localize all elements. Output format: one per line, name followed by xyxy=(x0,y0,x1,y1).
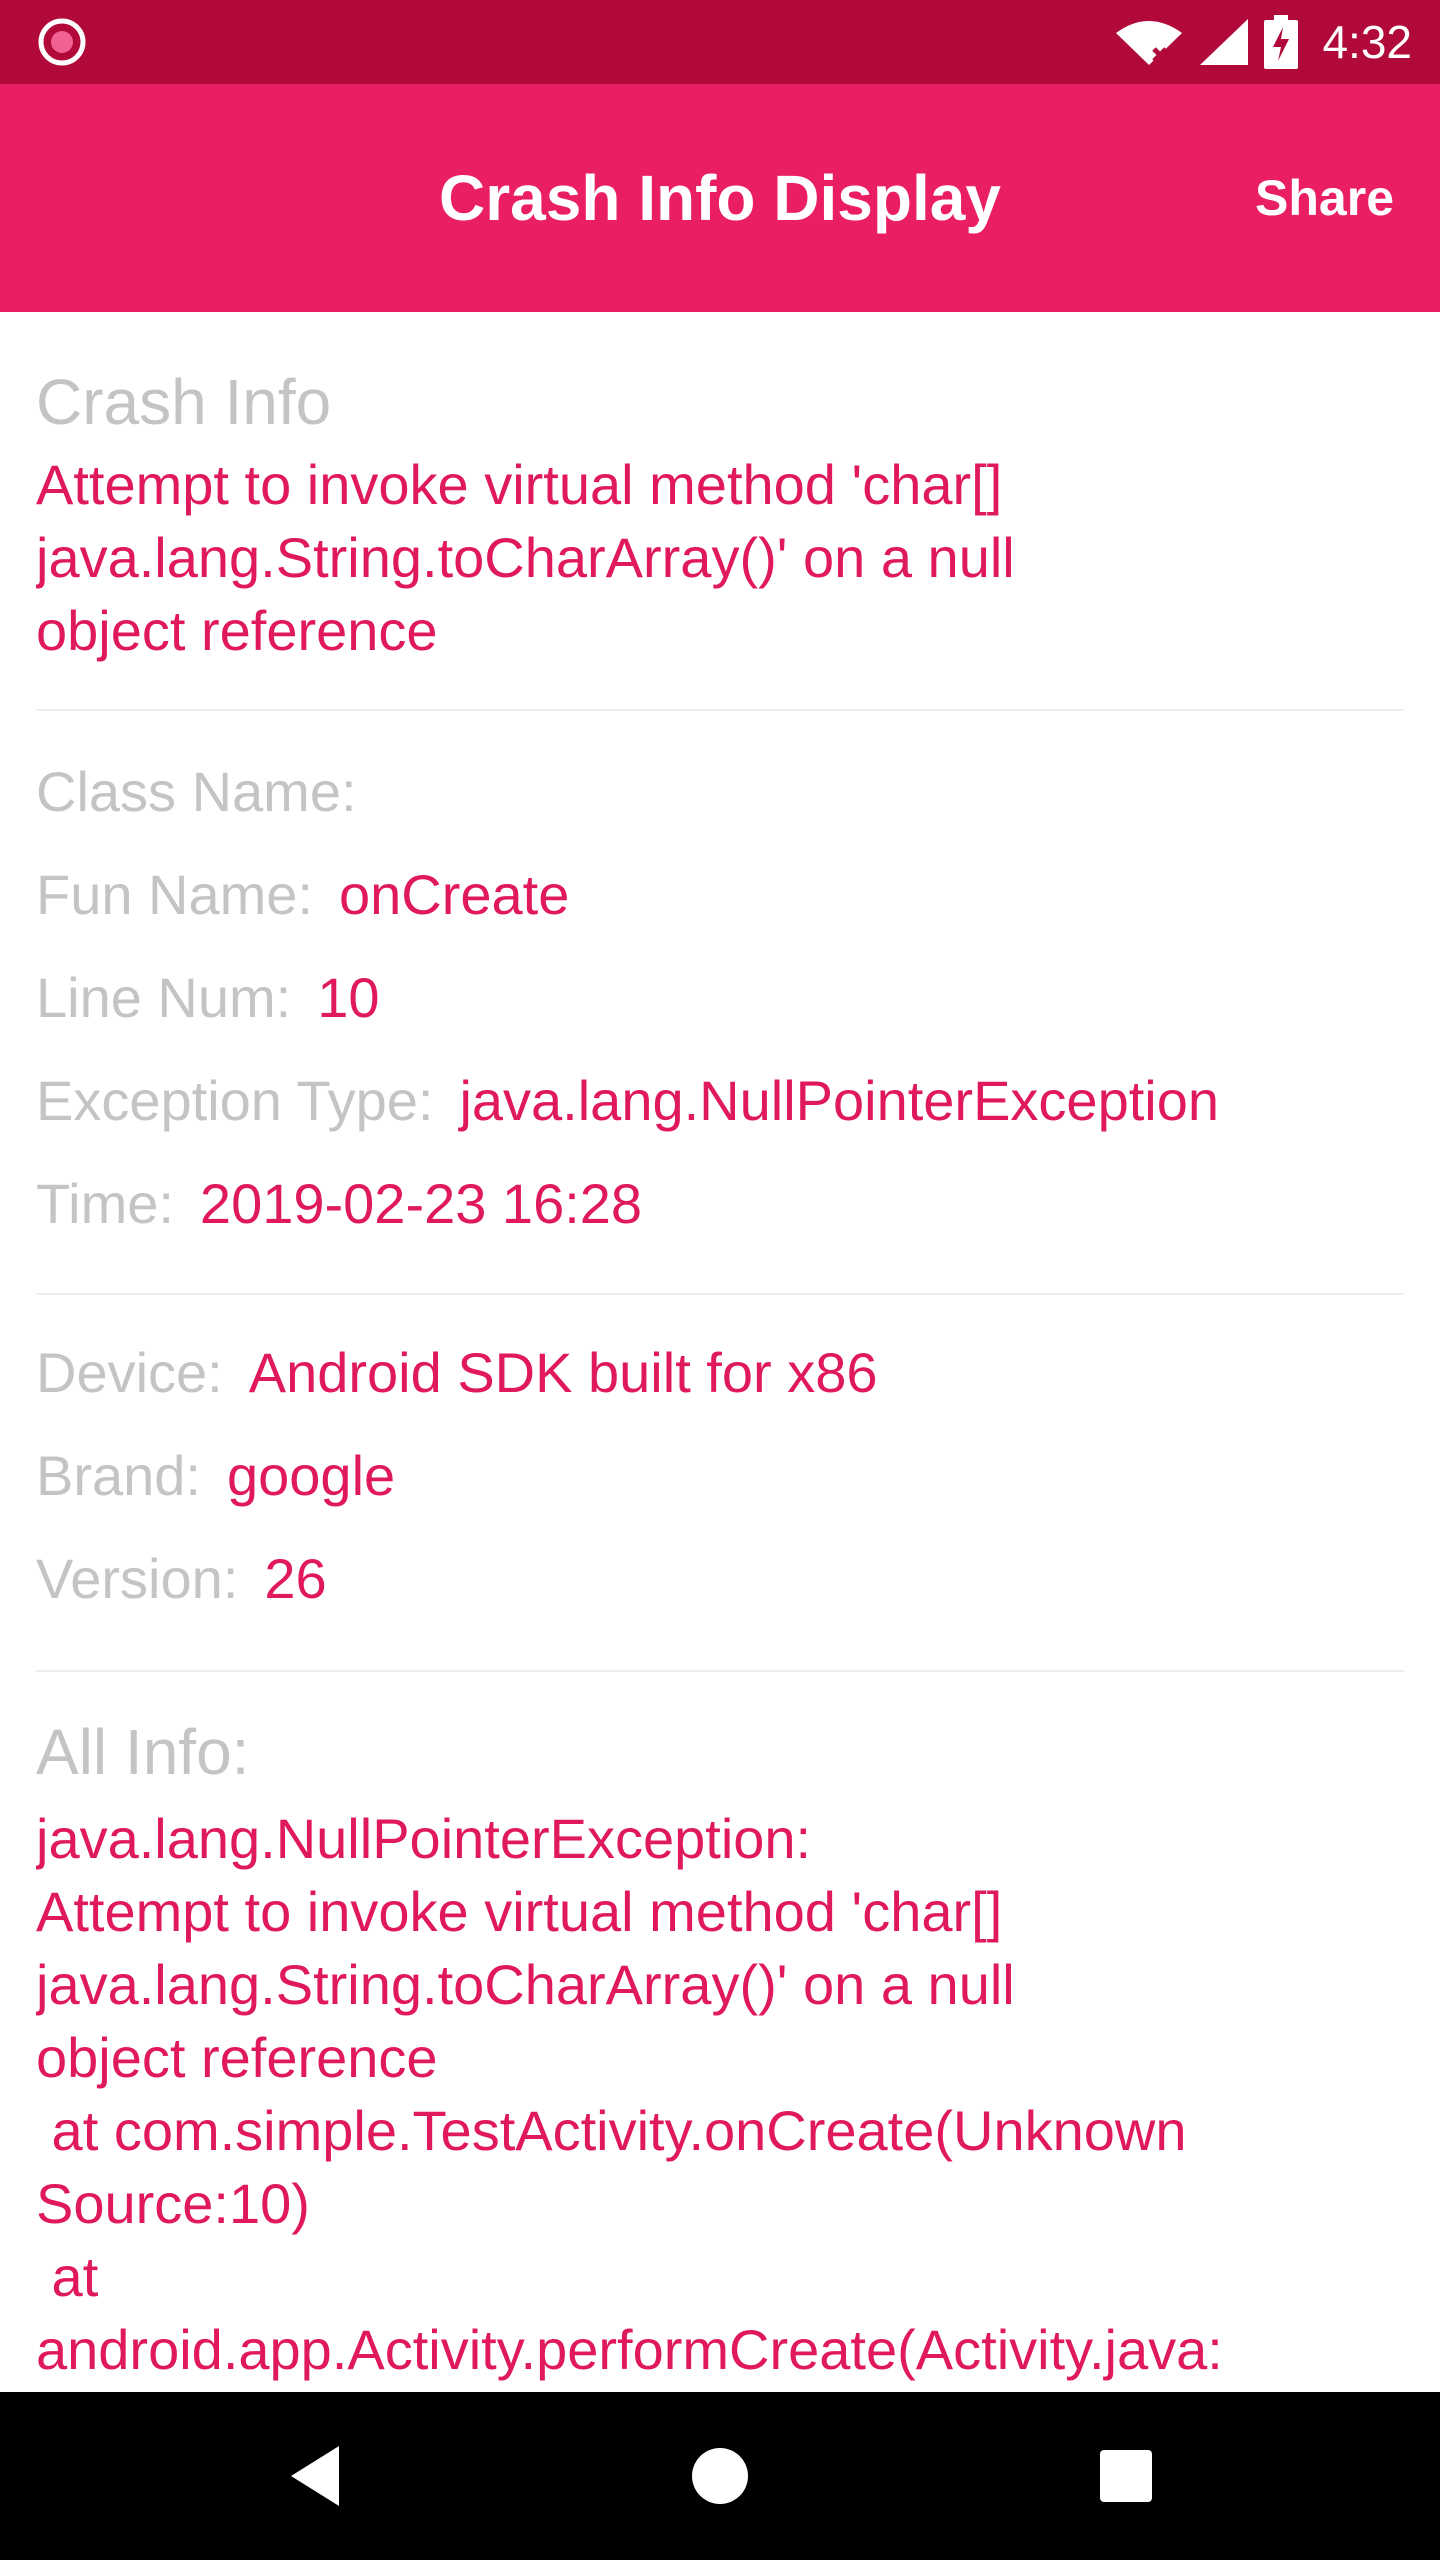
brand-row: Brand: google xyxy=(36,1424,1404,1527)
fun-name-value: onCreate xyxy=(339,863,570,926)
version-row: Version: 26 xyxy=(36,1527,1404,1630)
navigation-bar xyxy=(0,2392,1440,2560)
back-icon xyxy=(291,2446,339,2506)
status-time: 4:32 xyxy=(1322,16,1412,68)
back-button[interactable] xyxy=(265,2426,365,2526)
crash-message-line: java.lang.String.toCharArray()' on a nul… xyxy=(36,526,1015,589)
stack-trace-line: Attempt to invoke virtual method 'char[] xyxy=(36,1880,1003,1943)
stack-trace-line: java.lang.String.toCharArray()' on a nul… xyxy=(36,1953,1015,2016)
exception-type-label: Exception Type: xyxy=(36,1069,434,1132)
stack-trace-line: at com.simple.TestActivity.onCreate(Unkn… xyxy=(36,2099,1187,2162)
wifi-icon xyxy=(1116,21,1183,65)
time-row: Time: 2019-02-23 16:28 xyxy=(36,1152,1404,1255)
brand-value: google xyxy=(227,1444,396,1507)
version-label: Version: xyxy=(36,1547,239,1610)
stack-trace-line: android.app.Activity.performCreate(Activ… xyxy=(36,2318,1223,2381)
stack-trace-line: java.lang.NullPointerException: xyxy=(36,1807,812,1870)
crash-message-line: Attempt to invoke virtual method 'char[] xyxy=(36,453,1003,516)
stack-trace-line: Source:10) xyxy=(36,2172,310,2235)
record-icon xyxy=(38,18,86,66)
stack-trace: java.lang.NullPointerException: Attempt … xyxy=(36,1802,1404,2386)
share-button[interactable]: Share xyxy=(1255,84,1394,312)
home-icon xyxy=(692,2448,748,2504)
device-label: Device: xyxy=(36,1341,223,1404)
recents-icon xyxy=(1100,2450,1152,2502)
cellular-signal-icon xyxy=(1200,19,1249,65)
class-name-row: Class Name: xyxy=(36,740,1404,843)
status-bar: 4:32 xyxy=(0,0,1440,84)
version-value: 26 xyxy=(264,1547,327,1610)
crash-info-content[interactable]: Crash Info Attempt to invoke virtual met… xyxy=(36,312,1404,2392)
fun-name-label: Fun Name: xyxy=(36,863,313,926)
recents-button[interactable] xyxy=(1076,2426,1176,2526)
time-value: 2019-02-23 16:28 xyxy=(199,1172,643,1235)
crash-message: Attempt to invoke virtual method 'char[]… xyxy=(36,448,1404,667)
time-label: Time: xyxy=(36,1172,174,1235)
all-info-title: All Info: xyxy=(36,1716,250,1788)
battery-charging-icon xyxy=(1264,15,1299,69)
crash-message-line: object reference xyxy=(36,599,438,662)
fun-name-row: Fun Name: onCreate xyxy=(36,843,1404,946)
stack-trace-line: object reference xyxy=(36,2026,438,2089)
stack-trace-line: at xyxy=(36,2245,99,2308)
device-row: Device: Android SDK built for x86 xyxy=(36,1321,1404,1424)
line-num-row: Line Num: 10 xyxy=(36,946,1404,1049)
home-button[interactable] xyxy=(670,2426,770,2526)
page-title: Crash Info Display xyxy=(439,162,1001,234)
exception-type-value: java.lang.NullPointerException xyxy=(459,1069,1220,1132)
line-num-value: 10 xyxy=(317,966,380,1029)
brand-label: Brand: xyxy=(36,1444,201,1507)
line-num-label: Line Num: xyxy=(36,966,292,1029)
device-value: Android SDK built for x86 xyxy=(248,1341,878,1404)
exception-type-row: Exception Type: java.lang.NullPointerExc… xyxy=(36,1049,1404,1152)
app-bar: Crash Info Display Share xyxy=(0,84,1440,312)
class-name-label: Class Name: xyxy=(36,760,357,823)
status-icons: 4:32 xyxy=(1114,0,1412,84)
crash-info-title: Crash Info xyxy=(36,366,332,438)
